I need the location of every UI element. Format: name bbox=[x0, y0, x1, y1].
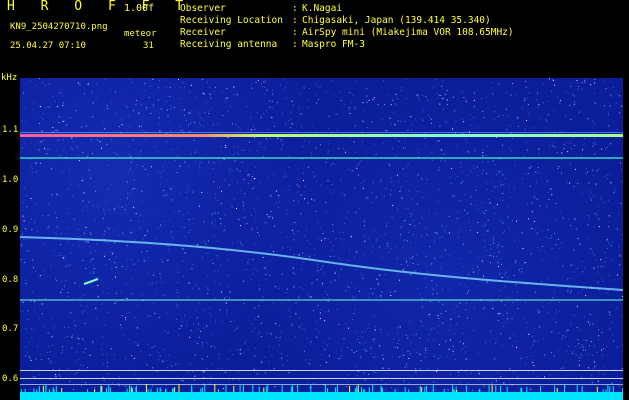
reference-line bbox=[20, 370, 623, 371]
info-value: AirSpy mini (Miakejima VOR 108.65MHz) bbox=[302, 27, 514, 38]
info-row-receiver: Receiver: AirSpy mini (Miakejima VOR 108.… bbox=[180, 27, 514, 39]
baseline-spikes bbox=[20, 384, 623, 392]
info-row-observer: Observer: K.Nagai bbox=[180, 3, 514, 15]
info-value: Maspro FM-3 bbox=[302, 39, 365, 50]
filename-label: KN9_2504270710.png bbox=[10, 22, 108, 32]
reference-line bbox=[20, 378, 623, 379]
info-row-antenna: Receiving antenna: Maspro FM-3 bbox=[180, 39, 514, 51]
station-info: Observer: K.Nagai Receiving Location: Chig… bbox=[180, 3, 514, 51]
info-colon: : bbox=[292, 3, 298, 14]
tone-line-760 bbox=[20, 299, 623, 301]
y-tick-label: 0.6 bbox=[2, 374, 19, 384]
info-value: Chigasaki, Japan (139.414 35.340) bbox=[302, 15, 491, 26]
info-colon: : bbox=[292, 27, 298, 38]
timestamp-label: 25.04.27 07:10 bbox=[10, 41, 86, 51]
y-tick-label: 0.9 bbox=[2, 225, 19, 235]
tone-line-1040 bbox=[20, 157, 623, 159]
noise-speckle bbox=[20, 78, 623, 391]
drift-trace bbox=[20, 236, 623, 291]
info-colon: : bbox=[292, 15, 298, 26]
y-tick-label: 0.7 bbox=[2, 324, 19, 334]
reference-line bbox=[20, 384, 623, 385]
info-colon: : bbox=[292, 39, 298, 50]
version-label: 1.00f bbox=[124, 3, 155, 14]
spectrogram-panel bbox=[20, 78, 623, 400]
spectrogram-image bbox=[20, 78, 623, 400]
carrier-line bbox=[20, 134, 623, 137]
info-row-location: Receiving Location: Chigasaki, Japan (139… bbox=[180, 15, 514, 27]
info-value: K.Nagai bbox=[302, 3, 343, 14]
y-tick-label: 1.0 bbox=[2, 175, 19, 185]
meteor-count: 31 bbox=[143, 41, 154, 51]
y-axis-unit: kHz bbox=[1, 73, 18, 83]
y-tick-label: 1.1 bbox=[2, 125, 19, 135]
app-title: H R O F F T bbox=[7, 0, 193, 14]
carrier-sideband bbox=[20, 132, 623, 133]
meteor-label: meteor bbox=[124, 29, 157, 39]
y-tick-label: 0.8 bbox=[2, 275, 19, 285]
info-key: Observer bbox=[180, 3, 226, 14]
baseline-bar bbox=[20, 392, 623, 400]
info-key: Receiving Location bbox=[180, 15, 283, 26]
info-key: Receiver bbox=[180, 27, 226, 38]
info-key: Receiving antenna bbox=[180, 39, 278, 50]
